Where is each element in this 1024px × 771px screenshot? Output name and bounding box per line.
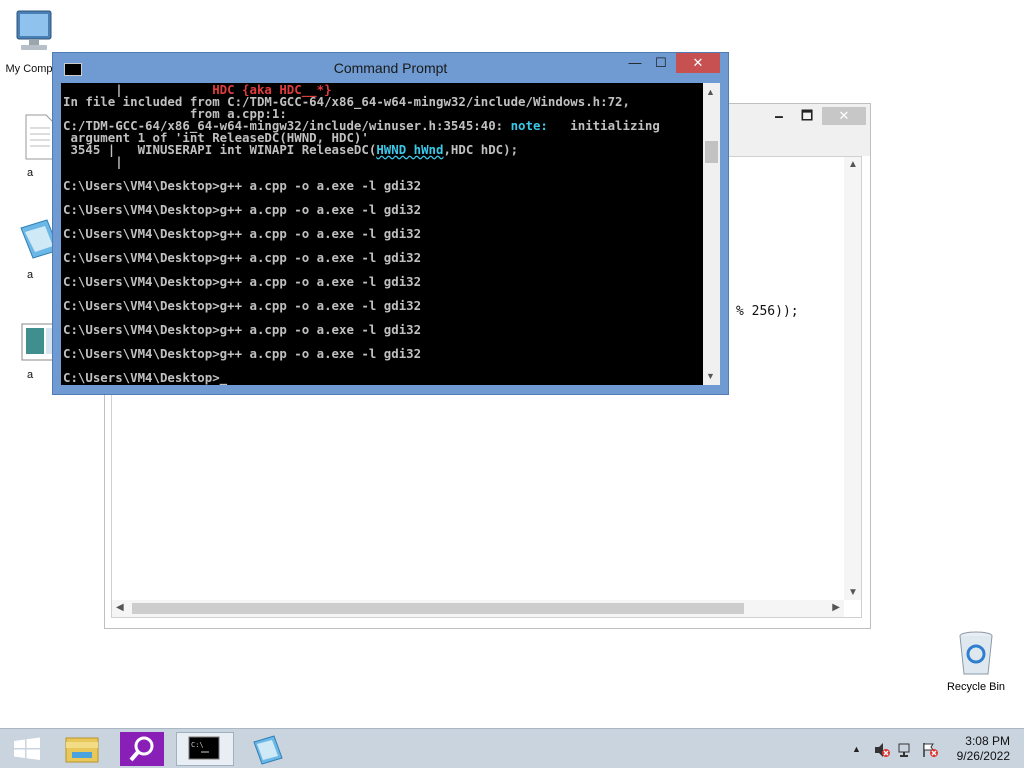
folder-icon bbox=[65, 737, 99, 763]
console-line: | bbox=[63, 154, 123, 169]
console-text-segment: | bbox=[63, 154, 123, 169]
cmd-minimize-button[interactable]: — bbox=[622, 53, 648, 73]
recycle-bin-label: Recycle Bin bbox=[946, 681, 1006, 693]
cmd-titlebar[interactable]: Command Prompt — ☐ ✕ bbox=[53, 53, 728, 83]
command-prompt-button[interactable]: C:\ bbox=[176, 732, 234, 766]
show-hidden-icons-button[interactable]: ▲ bbox=[852, 744, 861, 754]
scroll-down-arrow-icon[interactable]: ▼ bbox=[706, 371, 715, 381]
console-text-segment: C:\Users\VM4\Desktop>_ bbox=[63, 370, 228, 385]
scroll-up-arrow-icon[interactable]: ▲ bbox=[848, 159, 858, 170]
console-text-segment: C:\Users\VM4\Desktop>g++ a.cpp -o a.exe … bbox=[63, 202, 422, 217]
notepad-icon bbox=[253, 735, 283, 765]
console-text-segment: C:\Users\VM4\Desktop>g++ a.cpp -o a.exe … bbox=[63, 250, 422, 265]
console-line: C:\Users\VM4\Desktop>g++ a.cpp -o a.exe … bbox=[63, 202, 422, 217]
scroll-up-arrow-icon[interactable]: ▲ bbox=[706, 87, 715, 97]
console-output[interactable]: | HDC {aka HDC__*} In file included from … bbox=[61, 83, 703, 385]
console-line: 3545 | WINUSERAPI int WINAPI ReleaseDC(H… bbox=[63, 142, 519, 157]
notepad-button[interactable] bbox=[240, 732, 294, 766]
console-text-segment: C:/TDM-GCC-64/x86_64-w64-mingw32/include… bbox=[227, 94, 630, 109]
search-app-button[interactable] bbox=[120, 732, 164, 766]
minimize-button[interactable]: 🗕 bbox=[766, 107, 792, 125]
console-line: C:\Users\VM4\Desktop>_ bbox=[63, 370, 228, 385]
cmd-vertical-scrollbar[interactable]: ▲ ▼ bbox=[703, 83, 720, 385]
file-explorer-button[interactable] bbox=[56, 732, 110, 766]
windows-logo-icon bbox=[14, 737, 40, 760]
scroll-left-arrow-icon[interactable]: ◀ bbox=[116, 602, 124, 613]
computer-icon bbox=[16, 10, 52, 50]
console-text-segment: C:\Users\VM4\Desktop>g++ a.cpp -o a.exe … bbox=[63, 346, 422, 361]
code-fragment: % 256)); bbox=[736, 304, 799, 319]
start-button[interactable] bbox=[0, 732, 54, 766]
scroll-down-arrow-icon[interactable]: ▼ bbox=[848, 587, 858, 598]
clock-time: 3:08 PM bbox=[965, 734, 1010, 748]
horizontal-scrollbar[interactable]: ◀ ▶ bbox=[112, 600, 844, 617]
command-prompt-window[interactable]: Command Prompt — ☐ ✕ | HDC {aka HDC__*} I… bbox=[52, 52, 729, 395]
horizontal-scroll-thumb[interactable] bbox=[132, 603, 744, 614]
console-line: C:\Users\VM4\Desktop>g++ a.cpp -o a.exe … bbox=[63, 298, 422, 313]
console-text-segment: note: bbox=[510, 118, 548, 133]
console-text-segment: C:\Users\VM4\Desktop>g++ a.cpp -o a.exe … bbox=[63, 274, 422, 289]
cmd-scroll-thumb[interactable] bbox=[705, 141, 718, 163]
console-line: C:\Users\VM4\Desktop>g++ a.cpp -o a.exe … bbox=[63, 322, 422, 337]
console-line: C:\Users\VM4\Desktop>g++ a.cpp -o a.exe … bbox=[63, 178, 422, 193]
console-text-segment: C:\Users\VM4\Desktop>g++ a.cpp -o a.exe … bbox=[63, 322, 422, 337]
console-line: C:\Users\VM4\Desktop>g++ a.cpp -o a.exe … bbox=[63, 274, 422, 289]
action-center-flag-icon[interactable] bbox=[921, 742, 939, 761]
magnifier-icon bbox=[129, 736, 154, 762]
maximize-button[interactable]: 🗖 bbox=[794, 107, 820, 125]
console-text-segment: C:\Users\VM4\Desktop>g++ a.cpp -o a.exe … bbox=[63, 226, 422, 241]
console-text-segment: initializing bbox=[547, 118, 660, 133]
console-line: C:\Users\VM4\Desktop>g++ a.cpp -o a.exe … bbox=[63, 346, 422, 361]
clock-date: 9/26/2022 bbox=[956, 749, 1010, 763]
console-text-segment: ,HDC hDC); bbox=[443, 142, 519, 157]
cmd-maximize-button[interactable]: ☐ bbox=[648, 53, 674, 73]
console-text-segment: C:\Users\VM4\Desktop>g++ a.cpp -o a.exe … bbox=[63, 298, 422, 313]
svg-text:C:\: C:\ bbox=[191, 741, 204, 749]
speaker-muted-icon[interactable] bbox=[873, 742, 891, 761]
console-line: C:\Users\VM4\Desktop>g++ a.cpp -o a.exe … bbox=[63, 226, 422, 241]
cmd-close-button[interactable]: ✕ bbox=[676, 53, 720, 73]
taskbar: C:\ ▲ 3:08 PM 9/26/2022 bbox=[0, 728, 1024, 768]
console-text-segment: C:\Users\VM4\Desktop>g++ a.cpp -o a.exe … bbox=[63, 178, 422, 193]
vertical-scrollbar[interactable]: ▲ ▼ bbox=[844, 157, 861, 600]
close-button[interactable]: ✕ bbox=[822, 107, 866, 125]
recycle-bin-icon bbox=[959, 631, 993, 675]
desktop-icon-recycle-bin[interactable]: Recycle Bin bbox=[944, 630, 1008, 693]
network-icon[interactable] bbox=[897, 742, 915, 761]
cmd-icon: C:\ bbox=[188, 736, 220, 760]
console-text-segment: HWND hWnd bbox=[376, 142, 444, 157]
system-clock[interactable]: 3:08 PM 9/26/2022 bbox=[957, 734, 1010, 764]
scroll-right-arrow-icon[interactable]: ▶ bbox=[832, 602, 840, 613]
console-line: C:\Users\VM4\Desktop>g++ a.cpp -o a.exe … bbox=[63, 250, 422, 265]
